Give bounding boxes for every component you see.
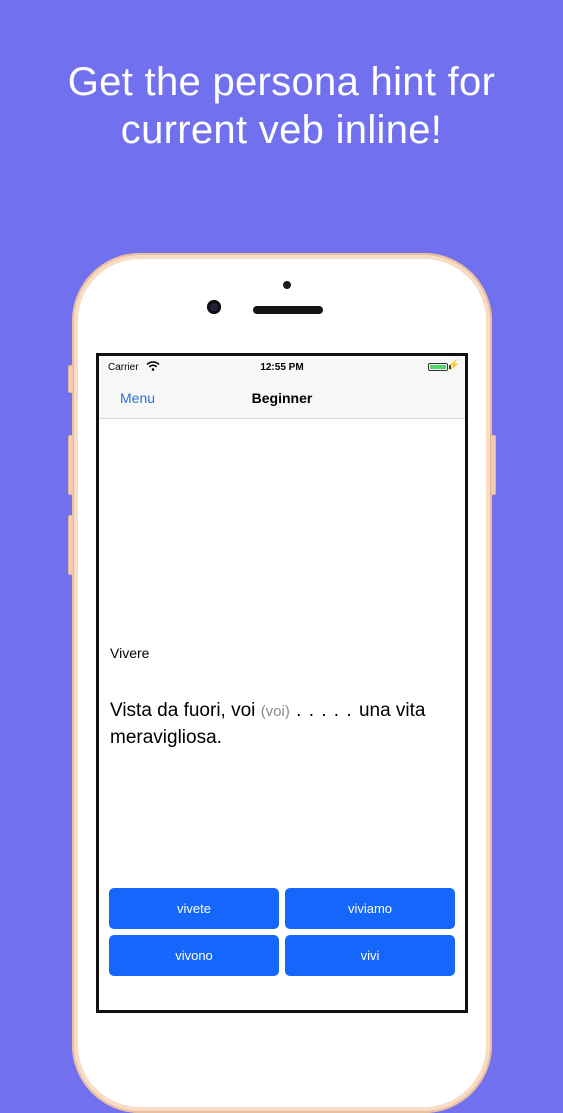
proximity-sensor [283,281,291,289]
volume-down-button [68,515,74,575]
answer-button-4[interactable]: vivi [285,935,455,976]
sentence-before: Vista da fuori, voi [110,700,261,721]
phone-screen: Carrier 12:55 PM ⚡ Menu Beginner Vivere … [96,353,468,1013]
answer-button-2[interactable]: viviamo [285,888,455,929]
navigation-bar: Menu Beginner [99,378,465,419]
exercise-sentence: Vista da fuori, voi (voi) . . . . . una … [110,698,455,751]
nav-title: Beginner [251,390,313,406]
headline-line-1: Get the persona hint for [67,60,496,104]
status-time: 12:55 PM [260,362,304,373]
power-button [490,435,496,495]
battery-level [430,365,446,369]
charging-bolt-icon: ⚡ [447,360,460,371]
mute-switch [68,365,74,393]
headline-line-2: current veb inline! [120,108,443,152]
volume-up-button [68,435,74,495]
answer-blank: . . . . . [289,700,359,721]
headline: Get the persona hint for current veb inl… [0,58,563,154]
front-camera [207,300,221,314]
verb-infinitive: Vivere [110,645,150,661]
persona-hint: (voi) [260,703,290,720]
answer-button-1[interactable]: vivete [109,888,279,929]
earpiece-speaker [253,306,323,314]
battery-icon [428,363,448,371]
answer-button-3[interactable]: vivono [109,935,279,976]
status-bar: Carrier 12:55 PM ⚡ [99,356,465,378]
